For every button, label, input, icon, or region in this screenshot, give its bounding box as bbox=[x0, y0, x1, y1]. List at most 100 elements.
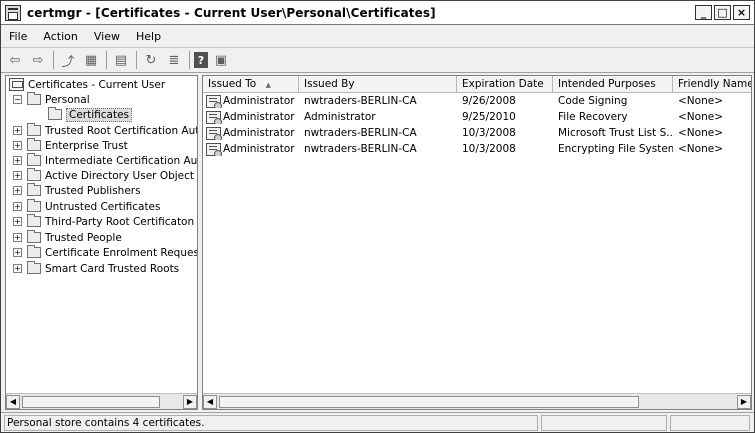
forward-arrow-icon[interactable]: ⇨ bbox=[28, 51, 48, 69]
column-label: Intended Purposes bbox=[558, 78, 656, 90]
collapse-toggle[interactable]: − bbox=[13, 95, 22, 104]
cell-friendly-name: <None> bbox=[678, 143, 723, 155]
cell-expiration-date: 10/3/2008 bbox=[462, 143, 516, 155]
tree-item-untrusted[interactable]: + Untrusted Certificates bbox=[13, 199, 161, 214]
clipboard-icon[interactable]: ▤ bbox=[111, 51, 131, 69]
tree-item-enrolment-requests[interactable]: + Certificate Enrolment Requests bbox=[13, 245, 197, 260]
list-horizontal-scrollbar[interactable]: ◀ ▶ bbox=[203, 393, 751, 409]
cell-issued-by: nwtraders-BERLIN-CA bbox=[304, 127, 417, 139]
table-row[interactable]: Administrator nwtraders-BERLIN-CA 10/3/2… bbox=[203, 125, 751, 141]
minimize-button[interactable]: _ bbox=[695, 5, 712, 20]
tree-item-trusted-people[interactable]: + Trusted People bbox=[13, 230, 122, 245]
menu-view[interactable]: View bbox=[86, 30, 128, 43]
table-row[interactable]: Administrator Administrator 9/25/2010 Fi… bbox=[203, 109, 751, 125]
tree-horizontal-scrollbar[interactable]: ◀ ▶ bbox=[6, 393, 197, 409]
status-bar: Personal store contains 4 certificates. bbox=[1, 412, 754, 432]
tree-item-label: Trusted Publishers bbox=[45, 184, 141, 197]
folder-icon bbox=[27, 123, 41, 136]
folder-icon bbox=[27, 153, 41, 166]
folder-icon bbox=[27, 261, 41, 274]
cell-issued-by: nwtraders-BERLIN-CA bbox=[304, 95, 417, 107]
list-header: Issued To ▲ Issued By Expiration Date In… bbox=[203, 76, 751, 93]
tree-item-trusted-publishers[interactable]: + Trusted Publishers bbox=[13, 183, 141, 198]
column-issued-by[interactable]: Issued By bbox=[299, 76, 457, 93]
cell-friendly-name: <None> bbox=[678, 95, 723, 107]
expand-toggle[interactable]: + bbox=[13, 156, 22, 165]
console-tree[interactable]: Certificates - Current User − Personal C… bbox=[5, 75, 198, 410]
tree-item-label: Third-Party Root Certificaton Au bbox=[45, 215, 198, 228]
cell-intended-purposes: Code Signing bbox=[558, 95, 628, 107]
tree-item-smart-card-roots[interactable]: + Smart Card Trusted Roots bbox=[13, 261, 179, 276]
folder-icon bbox=[27, 214, 41, 227]
window-title: certmgr - [Certificates - Current User\P… bbox=[27, 5, 436, 20]
tree-item-active-directory[interactable]: + Active Directory User Object bbox=[13, 168, 194, 183]
scroll-track[interactable] bbox=[20, 395, 183, 409]
menu-file[interactable]: File bbox=[1, 30, 35, 43]
scroll-track[interactable] bbox=[217, 395, 737, 409]
toolbar: ⇦ ⇨ ⤴ ▦ ▤ ↻ ≣ ? ▣ bbox=[1, 47, 754, 73]
tree-item-intermediate[interactable]: + Intermediate Certification Autho bbox=[13, 153, 198, 168]
folder-icon bbox=[27, 199, 41, 212]
tree-item-trusted-root[interactable]: + Trusted Root Certification Autho bbox=[13, 123, 197, 138]
expand-toggle[interactable]: + bbox=[13, 233, 22, 242]
maximize-button[interactable]: □ bbox=[714, 5, 731, 20]
tree-item-label: Smart Card Trusted Roots bbox=[45, 262, 180, 275]
expand-toggle[interactable]: + bbox=[13, 171, 22, 180]
certmgr-icon[interactable] bbox=[5, 4, 21, 21]
close-button[interactable]: × bbox=[733, 5, 750, 20]
help-icon[interactable]: ? bbox=[194, 52, 208, 68]
scroll-right-arrow-icon[interactable]: ▶ bbox=[183, 394, 197, 409]
expand-toggle[interactable]: + bbox=[13, 264, 22, 273]
folder-icon bbox=[27, 168, 41, 181]
scroll-left-arrow-icon[interactable]: ◀ bbox=[203, 394, 217, 409]
properties-icon[interactable]: ▣ bbox=[211, 51, 231, 69]
cell-issued-to: Administrator bbox=[203, 142, 299, 156]
column-expiration-date[interactable]: Expiration Date bbox=[457, 76, 553, 93]
tree-item-certificates[interactable]: Certificates bbox=[48, 107, 133, 122]
expand-toggle[interactable]: + bbox=[13, 186, 22, 195]
menu-help[interactable]: Help bbox=[128, 30, 169, 43]
cell-text: Administrator bbox=[223, 143, 295, 155]
cell-expiration-date: 10/3/2008 bbox=[462, 127, 516, 139]
expand-toggle[interactable]: + bbox=[13, 126, 22, 135]
cell-issued-to: Administrator bbox=[203, 94, 299, 108]
scroll-thumb[interactable] bbox=[219, 395, 639, 408]
scroll-right-arrow-icon[interactable]: ▶ bbox=[737, 394, 751, 409]
certificate-icon bbox=[206, 94, 222, 108]
title-bar[interactable]: certmgr - [Certificates - Current User\P… bbox=[1, 1, 754, 25]
cell-intended-purposes: Microsoft Trust List S... bbox=[558, 127, 673, 139]
menu-action[interactable]: Action bbox=[35, 30, 85, 43]
column-intended-purposes[interactable]: Intended Purposes bbox=[553, 76, 673, 93]
table-row[interactable]: Administrator nwtraders-BERLIN-CA 9/26/2… bbox=[203, 93, 751, 109]
expand-toggle[interactable]: + bbox=[13, 141, 22, 150]
certificate-list[interactable]: Issued To ▲ Issued By Expiration Date In… bbox=[202, 75, 752, 410]
tree-item-personal[interactable]: − Personal bbox=[13, 92, 90, 107]
scroll-thumb[interactable] bbox=[22, 395, 160, 408]
tree-item-third-party-root[interactable]: + Third-Party Root Certificaton Au bbox=[13, 214, 198, 229]
refresh-icon[interactable]: ↻ bbox=[141, 51, 161, 69]
table-row[interactable]: Administrator nwtraders-BERLIN-CA 10/3/2… bbox=[203, 141, 751, 157]
cell-issued-by: Administrator bbox=[304, 111, 376, 123]
status-panel bbox=[670, 414, 750, 431]
expand-toggle[interactable]: + bbox=[13, 202, 22, 211]
cell-text: Administrator bbox=[223, 127, 295, 139]
column-friendly-name[interactable]: Friendly Name bbox=[673, 76, 751, 93]
export-list-icon[interactable]: ≣ bbox=[164, 51, 184, 69]
up-level-icon[interactable]: ⤴ bbox=[58, 51, 78, 70]
back-arrow-icon[interactable]: ⇦ bbox=[5, 51, 25, 69]
expand-toggle[interactable]: + bbox=[13, 217, 22, 226]
show-hide-tree-icon[interactable]: ▦ bbox=[81, 51, 101, 69]
expand-toggle[interactable]: + bbox=[13, 248, 22, 257]
cell-text: Administrator bbox=[223, 111, 295, 123]
status-panel bbox=[541, 414, 667, 431]
tree-root[interactable]: Certificates - Current User bbox=[9, 77, 165, 92]
tree-item-label: Active Directory User Object bbox=[45, 169, 195, 182]
column-issued-to[interactable]: Issued To ▲ bbox=[203, 76, 299, 93]
tree-item-enterprise-trust[interactable]: + Enterprise Trust bbox=[13, 138, 128, 153]
scroll-left-arrow-icon[interactable]: ◀ bbox=[6, 394, 20, 409]
tree-item-label: Enterprise Trust bbox=[45, 139, 128, 152]
cell-text: Administrator bbox=[223, 95, 295, 107]
tree-item-label: Untrusted Certificates bbox=[45, 200, 161, 213]
tree-item-label: Intermediate Certification Autho bbox=[45, 154, 198, 167]
column-label: Issued To bbox=[208, 78, 257, 90]
